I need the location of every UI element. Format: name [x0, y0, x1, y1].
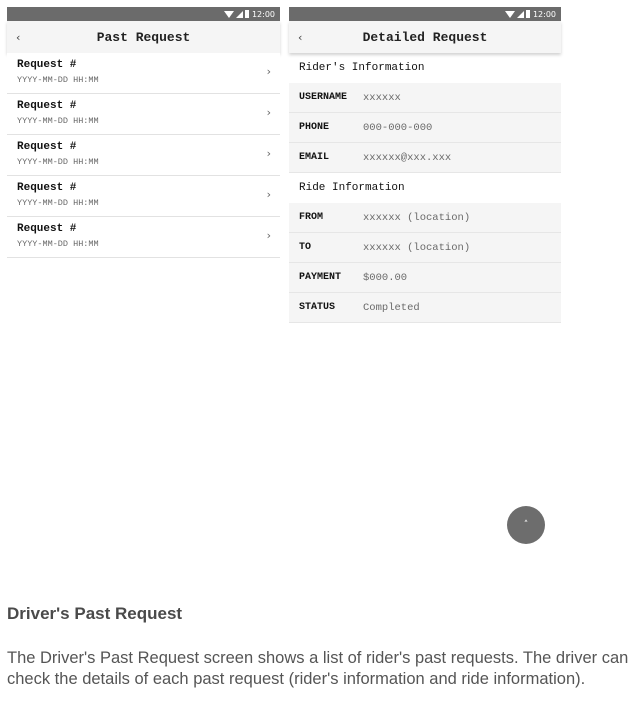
- description-body: The Driver's Past Request screen shows a…: [7, 649, 629, 688]
- field-label: EMAIL: [299, 152, 330, 163]
- field-username: USERNAME xxxxxx: [289, 83, 561, 113]
- chevron-right-icon: ›: [266, 188, 271, 201]
- chevron-right-icon: ›: [266, 65, 271, 78]
- section-heading-ride: Ride Information: [289, 173, 561, 203]
- request-title: Request #: [17, 100, 77, 112]
- app-bar: ‹ Detailed Request: [289, 21, 561, 53]
- field-phone: PHONE 000-000-000: [289, 113, 561, 143]
- request-title: Request #: [17, 182, 77, 194]
- status-bar: 12:00: [289, 7, 561, 21]
- battery-icon: [244, 10, 249, 18]
- back-arrow-icon[interactable]: ‹: [16, 21, 20, 53]
- field-value: xxxxxx: [363, 91, 401, 104]
- chevron-right-icon: ›: [266, 106, 271, 119]
- field-value: xxxxxx (location): [363, 211, 471, 224]
- request-datetime: YYYY-MM-DD HH:MM: [17, 116, 99, 126]
- back-arrow-icon[interactable]: ‹: [298, 21, 302, 53]
- status-time: 12:00: [251, 9, 275, 19]
- request-list: Request # YYYY-MM-DD HH:MM › Request # Y…: [7, 53, 280, 258]
- field-label: STATUS: [299, 302, 336, 313]
- scroll-to-top-icon: ˄: [523, 520, 529, 530]
- wifi-icon: [223, 10, 234, 18]
- signal-icon: [516, 10, 524, 18]
- field-label: USERNAME: [299, 92, 348, 103]
- request-list-item[interactable]: Request # YYYY-MM-DD HH:MM ›: [7, 53, 280, 94]
- status-time: 12:00: [532, 9, 556, 19]
- request-list-item[interactable]: Request # YYYY-MM-DD HH:MM ›: [7, 94, 280, 135]
- field-value: Completed: [363, 301, 420, 314]
- request-list-item[interactable]: Request # YYYY-MM-DD HH:MM ›: [7, 135, 280, 176]
- field-label: PHONE: [299, 122, 330, 133]
- request-list-item[interactable]: Request # YYYY-MM-DD HH:MM ›: [7, 176, 280, 217]
- field-value: xxxxxx@xxx.xxx: [363, 151, 452, 164]
- request-datetime: YYYY-MM-DD HH:MM: [17, 198, 99, 208]
- detailed-request-screen: 12:00 ‹ Detailed Request Rider's Informa…: [289, 7, 561, 323]
- past-request-screen: 12:00 ‹ Past Request Request # YYYY-MM-D…: [7, 7, 280, 258]
- field-value: $000.00: [363, 271, 408, 284]
- request-list-item[interactable]: Request # YYYY-MM-DD HH:MM ›: [7, 217, 280, 258]
- field-from: FROM xxxxxx (location): [289, 203, 561, 233]
- status-icons: [504, 10, 530, 18]
- field-email: EMAIL xxxxxx@xxx.xxx: [289, 143, 561, 173]
- request-title: Request #: [17, 141, 77, 153]
- request-datetime: YYYY-MM-DD HH:MM: [17, 75, 99, 85]
- status-icons: [223, 10, 249, 18]
- chevron-right-icon: ›: [266, 147, 271, 160]
- field-label: TO: [299, 242, 312, 253]
- field-value: 000-000-000: [363, 121, 433, 134]
- battery-icon: [525, 10, 530, 18]
- signal-icon: [235, 10, 243, 18]
- app-bar: ‹ Past Request: [7, 21, 280, 53]
- screen-title: Past Request: [96, 29, 191, 45]
- section-heading-rider: Rider's Information: [289, 53, 561, 83]
- field-to: TO xxxxxx (location): [289, 233, 561, 263]
- field-label: PAYMENT: [299, 272, 342, 283]
- wifi-icon: [504, 10, 515, 18]
- field-payment: PAYMENT $000.00: [289, 263, 561, 293]
- scroll-to-top-button[interactable]: ˄: [507, 506, 545, 544]
- description-title: Driver's Past Request: [7, 604, 183, 623]
- chevron-right-icon: ›: [266, 229, 271, 242]
- field-status: STATUS Completed: [289, 293, 561, 323]
- field-value: xxxxxx (location): [363, 241, 471, 254]
- field-label: FROM: [299, 212, 324, 223]
- status-bar: 12:00: [7, 7, 280, 21]
- request-datetime: YYYY-MM-DD HH:MM: [17, 239, 99, 249]
- request-title: Request #: [17, 59, 77, 71]
- request-title: Request #: [17, 223, 77, 235]
- screen-title: Detailed Request: [362, 29, 488, 45]
- request-datetime: YYYY-MM-DD HH:MM: [17, 157, 99, 167]
